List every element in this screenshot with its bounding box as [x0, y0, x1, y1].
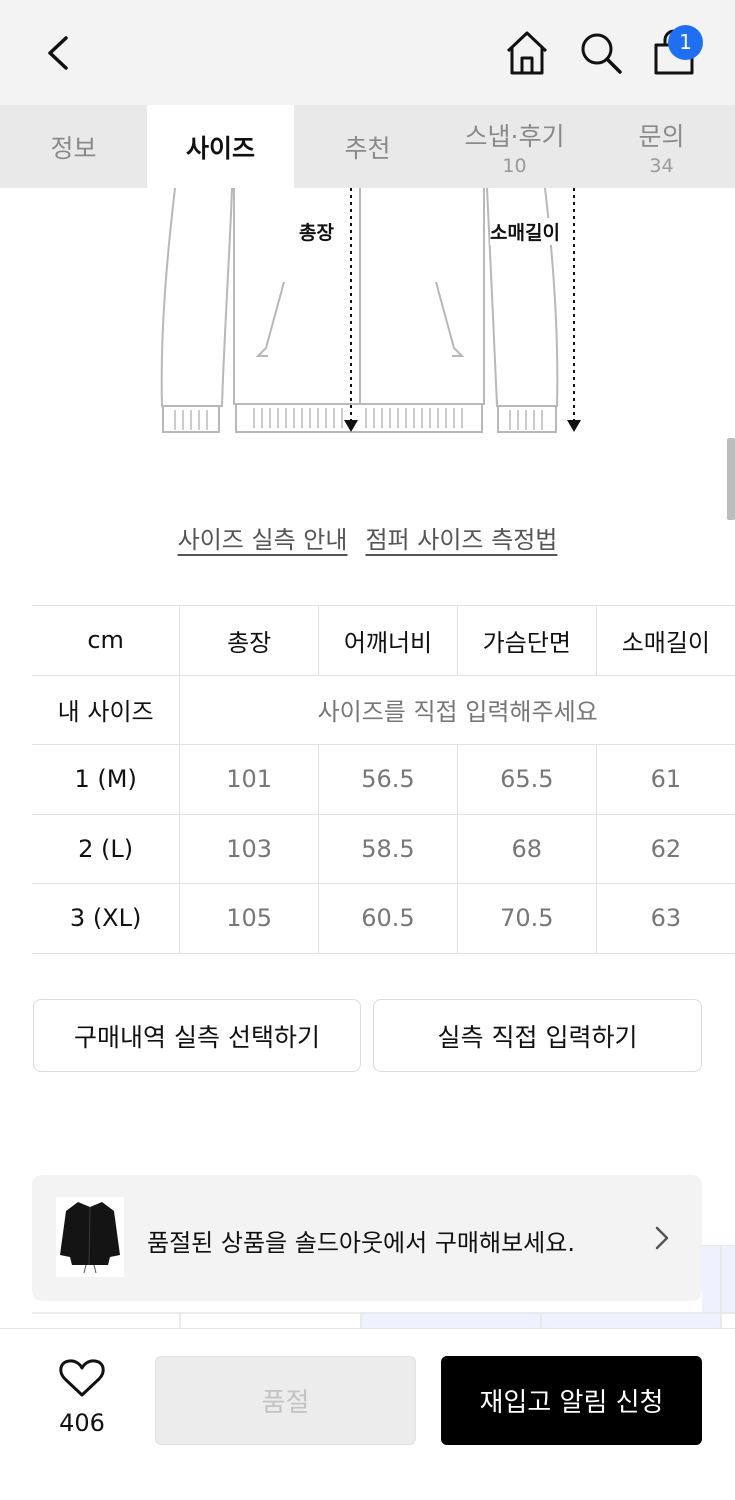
search-icon	[581, 33, 622, 74]
chevron-right-icon	[655, 1226, 669, 1250]
product-thumbnail	[56, 1197, 124, 1277]
product-tabs: 정보 사이즈 추천 스냅·후기 10 문의 34	[0, 105, 735, 188]
table-cell: 58.5	[318, 813, 458, 884]
size-guide-links: 사이즈 실측 안내 점퍼 사이즈 측정법	[0, 520, 735, 555]
measure-guide-link[interactable]: 점퍼 사이즈 측정법	[365, 520, 557, 555]
select-purchase-measure-button[interactable]: 구매내역 실측 선택하기	[33, 999, 361, 1072]
table-cell: 70.5	[457, 883, 597, 954]
table-row: 1 (M) 101 56.5 65.5 61	[32, 744, 735, 815]
table-cell: 103	[179, 813, 320, 884]
table-cell: 63	[596, 883, 735, 954]
table-cell: 105	[179, 883, 320, 954]
jacket-diagram	[160, 187, 581, 433]
header-cell: cm	[32, 605, 181, 676]
home-button[interactable]	[502, 28, 552, 78]
table-cell: 65.5	[457, 744, 597, 815]
header-cell: 어깨너비	[318, 605, 458, 676]
tab-info[interactable]: 정보	[0, 105, 147, 188]
tab-count: 34	[649, 154, 674, 177]
tab-inquiry[interactable]: 문의 34	[588, 105, 735, 188]
cart-count-badge: 1	[668, 25, 703, 60]
tab-snap-review[interactable]: 스냅·후기 10	[441, 105, 588, 188]
chevron-left-icon	[48, 36, 68, 70]
header-cell: 총장	[179, 605, 320, 676]
size-table: cm 총장 어깨너비 가슴단면 소매길이 내 사이즈 사이즈를 직접 입력해주세…	[32, 605, 735, 954]
table-header-row: cm 총장 어깨너비 가슴단면 소매길이	[32, 605, 735, 676]
my-size-label: 내 사이즈	[32, 674, 181, 745]
my-size-input[interactable]: 사이즈를 직접 입력해주세요	[179, 674, 735, 745]
table-row: 3 (XL) 105 60.5 70.5 63	[32, 883, 735, 954]
direct-input-measure-button[interactable]: 실측 직접 입력하기	[373, 999, 702, 1072]
restock-notify-button[interactable]: 재입고 알림 신청	[441, 1356, 702, 1445]
soldout-button: 품절	[155, 1356, 416, 1445]
home-icon	[506, 31, 548, 75]
top-header: 1	[0, 0, 735, 105]
table-cell: 62	[596, 813, 735, 884]
header-cell: 소매길이	[596, 605, 735, 676]
tab-label: 정보	[50, 133, 97, 163]
heart-icon	[59, 1359, 105, 1397]
table-cell: 56.5	[318, 744, 458, 815]
table-cell: 60.5	[318, 883, 458, 954]
tab-label: 스냅·후기	[464, 121, 565, 151]
back-button[interactable]	[38, 30, 78, 76]
size-label: 3 (XL)	[32, 883, 181, 954]
scrollbar[interactable]	[727, 438, 735, 520]
tab-label: 문의	[638, 121, 685, 151]
my-size-row[interactable]: 내 사이즈 사이즈를 직접 입력해주세요	[32, 674, 735, 745]
coat-image	[60, 1202, 120, 1274]
table-row: 2 (L) 103 58.5 68 62	[32, 813, 735, 884]
banner-arrow	[652, 1225, 672, 1251]
size-guide-link[interactable]: 사이즈 실측 안내	[178, 520, 348, 555]
search-button[interactable]	[576, 28, 626, 78]
size-label: 2 (L)	[32, 813, 181, 884]
sleeve-length-label: 소매길이	[490, 218, 560, 245]
total-length-label: 총장	[299, 218, 334, 245]
soldout-banner[interactable]: 품절된 상품을 솔드아웃에서 구매해보세요.	[32, 1175, 702, 1301]
tab-recommend[interactable]: 추천	[294, 105, 441, 188]
bottom-action-bar: 406 품절 재입고 알림 신청	[0, 1328, 735, 1500]
header-cell: 가슴단면	[457, 605, 597, 676]
tab-label: 사이즈	[185, 133, 255, 163]
table-cell: 68	[457, 813, 597, 884]
tab-size[interactable]: 사이즈	[147, 105, 294, 188]
banner-text: 품절된 상품을 솔드아웃에서 구매해보세요.	[147, 1229, 575, 1257]
like-count: 406	[59, 1409, 105, 1437]
table-cell: 61	[596, 744, 735, 815]
size-label: 1 (M)	[32, 744, 181, 815]
tab-count: 10	[502, 154, 527, 177]
size-illustration: 총장 소매길이	[0, 187, 735, 448]
table-cell: 101	[179, 744, 320, 815]
tab-label: 추천	[344, 133, 391, 163]
